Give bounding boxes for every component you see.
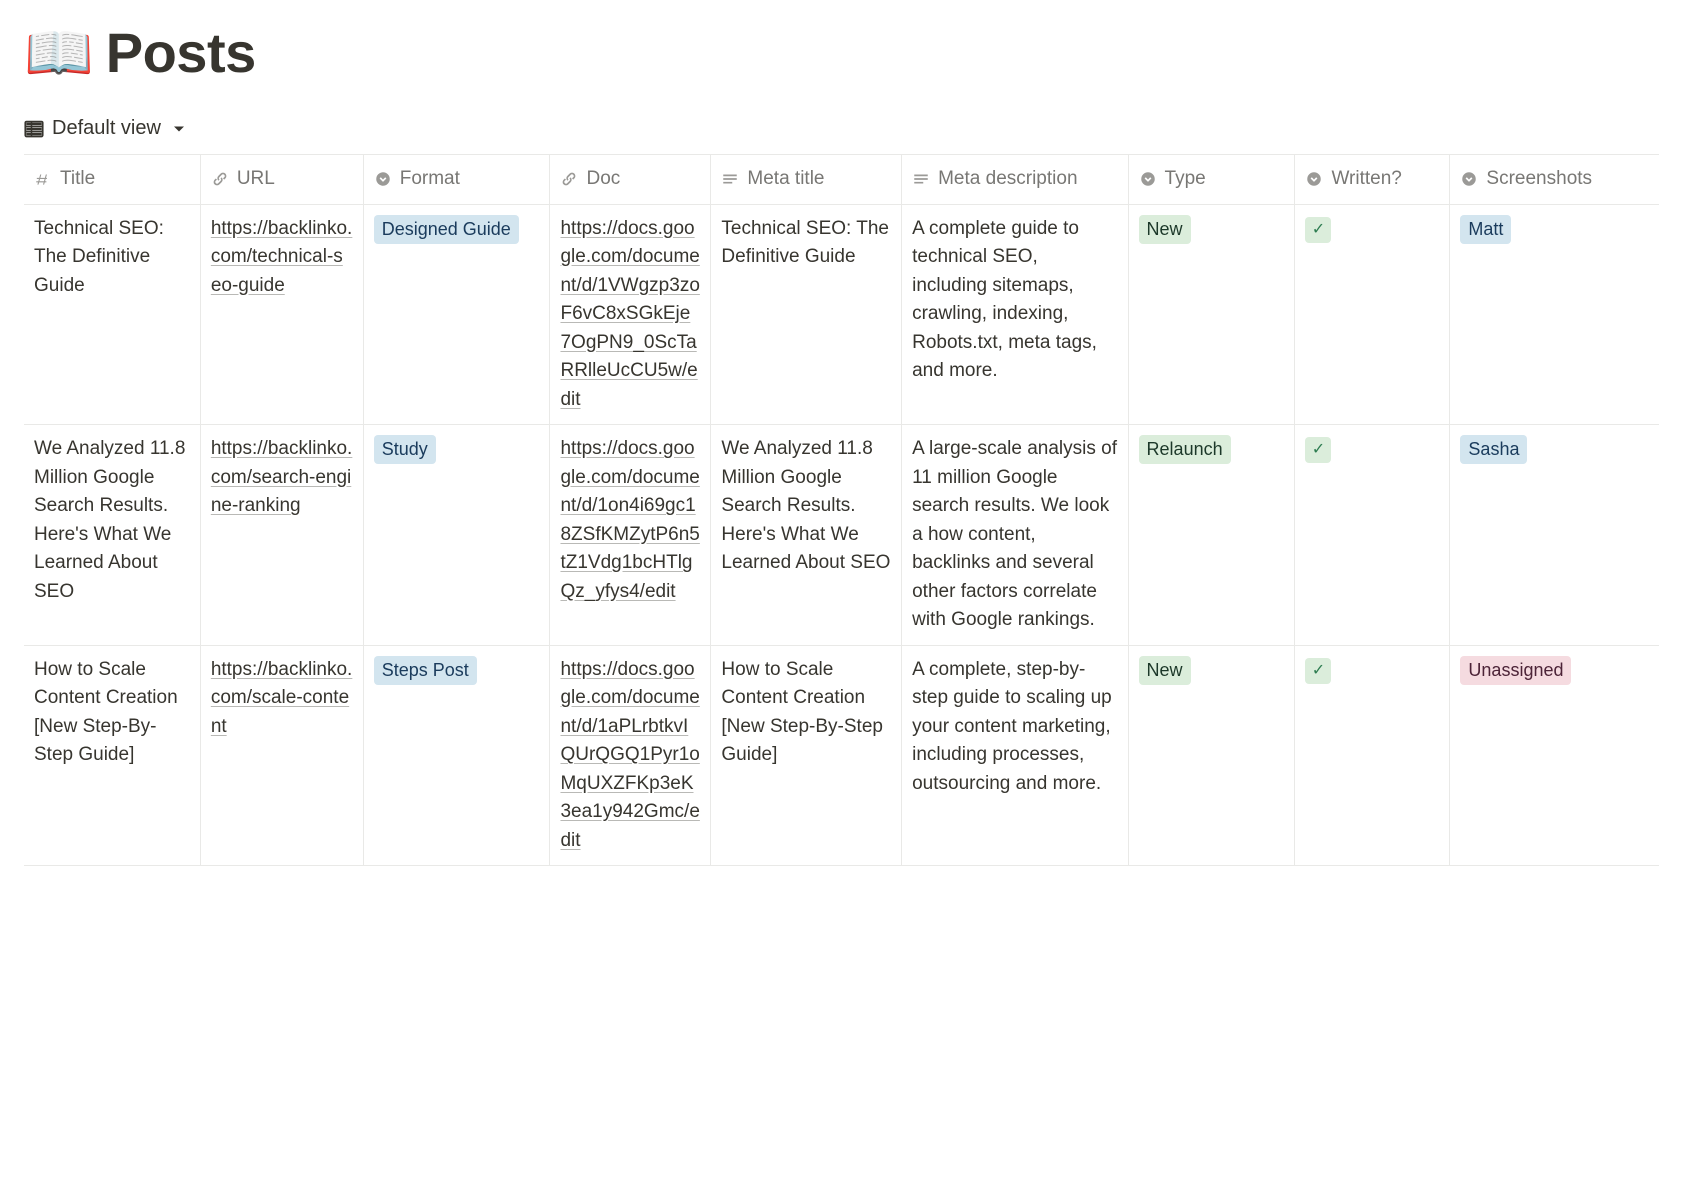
cell-meta-title[interactable]: Technical SEO: The Definitive Guide [711,205,902,425]
column-label: Screenshots [1486,165,1592,194]
check-icon: ✓ [1305,217,1331,243]
cell-title[interactable]: How to Scale Content Creation [New Step-… [24,646,201,866]
column-label: Meta description [938,165,1077,194]
column-header-format[interactable]: Format [364,155,551,204]
cell-format[interactable]: Designed Guide [364,205,551,425]
text-property-icon [721,170,739,188]
column-label: Type [1165,165,1206,194]
page-title[interactable]: Posts [106,20,256,85]
column-label: URL [237,165,275,194]
table-view-icon [24,119,44,139]
cell-meta-description[interactable]: A large-scale analysis of 11 million Goo… [902,425,1128,645]
url-link[interactable]: https://backlinko.com/technical-seo-guid… [211,218,353,296]
cell-written[interactable]: ✓ [1295,425,1450,645]
title-property-icon [34,170,52,188]
url-link[interactable]: https://backlinko.com/search-engine-rank… [211,438,353,516]
column-header-meta-description[interactable]: Meta description [902,155,1128,204]
select-property-icon [374,170,392,188]
table-row[interactable]: Technical SEO: The Definitive Guidehttps… [24,205,1659,426]
type-tag: New [1139,656,1191,685]
column-label: Doc [586,165,620,194]
column-label: Written? [1331,165,1401,194]
view-label: Default view [52,117,161,140]
cell-doc[interactable]: https://docs.google.com/document/d/1on4i… [550,425,711,645]
column-header-screenshots[interactable]: Screenshots [1450,155,1659,204]
cell-doc[interactable]: https://docs.google.com/document/d/1aPLr… [550,646,711,866]
column-header-written[interactable]: Written? [1295,155,1450,204]
cell-written[interactable]: ✓ [1295,205,1450,425]
cell-url[interactable]: https://backlinko.com/scale-content [201,646,364,866]
doc-link[interactable]: https://docs.google.com/document/d/1aPLr… [560,659,699,851]
format-tag: Designed Guide [374,215,519,244]
cell-url[interactable]: https://backlinko.com/technical-seo-guid… [201,205,364,425]
chevron-down-icon [169,119,189,139]
cell-screenshots[interactable]: Sasha [1450,425,1659,645]
cell-title[interactable]: Technical SEO: The Definitive Guide [24,205,201,425]
cell-screenshots[interactable]: Matt [1450,205,1659,425]
cell-meta-description[interactable]: A complete, step-by-step guide to scalin… [902,646,1128,866]
column-header-doc[interactable]: Doc [550,155,711,204]
cell-type[interactable]: Relaunch [1129,425,1296,645]
screenshots-tag: Sasha [1460,435,1527,464]
column-label: Format [400,165,460,194]
cell-title[interactable]: We Analyzed 11.8 Million Google Search R… [24,425,201,645]
cell-type[interactable]: New [1129,646,1296,866]
type-tag: Relaunch [1139,435,1231,464]
select-property-icon [1305,170,1323,188]
column-header-meta-title[interactable]: Meta title [711,155,902,204]
cell-url[interactable]: https://backlinko.com/search-engine-rank… [201,425,364,645]
table-row[interactable]: We Analyzed 11.8 Million Google Search R… [24,425,1659,646]
doc-link[interactable]: https://docs.google.com/document/d/1on4i… [560,438,699,602]
column-header-title[interactable]: Title [24,155,201,204]
link-property-icon [560,170,578,188]
cell-screenshots[interactable]: Unassigned [1450,646,1659,866]
cell-format[interactable]: Study [364,425,551,645]
screenshots-tag: Unassigned [1460,656,1571,685]
check-icon: ✓ [1305,658,1331,684]
cell-doc[interactable]: https://docs.google.com/document/d/1VWgz… [550,205,711,425]
page-emoji-icon[interactable]: 📖 [24,25,94,81]
cell-written[interactable]: ✓ [1295,646,1450,866]
column-label: Title [60,165,95,194]
format-tag: Steps Post [374,656,477,685]
cell-meta-title[interactable]: We Analyzed 11.8 Million Google Search R… [711,425,902,645]
cell-type[interactable]: New [1129,205,1296,425]
format-tag: Study [374,435,436,464]
link-property-icon [211,170,229,188]
select-property-icon [1460,170,1478,188]
check-icon: ✓ [1305,437,1331,463]
screenshots-tag: Matt [1460,215,1511,244]
view-switcher[interactable]: Default view [24,117,189,140]
database-table: Title URL Format Doc Meta title Meta des… [24,154,1659,866]
cell-meta-description[interactable]: A complete guide to technical SEO, inclu… [902,205,1128,425]
table-row[interactable]: How to Scale Content Creation [New Step-… [24,646,1659,867]
column-header-url[interactable]: URL [201,155,364,204]
doc-link[interactable]: https://docs.google.com/document/d/1VWgz… [560,218,699,410]
type-tag: New [1139,215,1191,244]
column-header-type[interactable]: Type [1129,155,1296,204]
url-link[interactable]: https://backlinko.com/scale-content [211,659,353,737]
column-label: Meta title [747,165,824,194]
table-header-row: Title URL Format Doc Meta title Meta des… [24,155,1659,205]
cell-format[interactable]: Steps Post [364,646,551,866]
page-title-block: 📖 Posts [24,20,1659,85]
select-property-icon [1139,170,1157,188]
cell-meta-title[interactable]: How to Scale Content Creation [New Step-… [711,646,902,866]
text-property-icon [912,170,930,188]
